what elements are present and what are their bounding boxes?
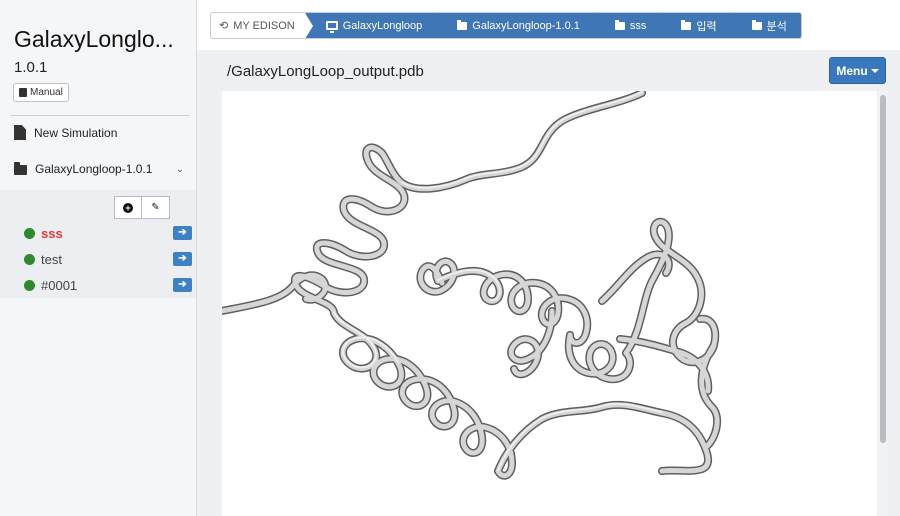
protein-ribbon-image (222, 91, 722, 480)
sidebar: GalaxyLonglo... 1.0.1 Manual New Simulat… (0, 0, 197, 516)
edit-icon: ✎ (151, 202, 160, 213)
breadcrumb-analysis[interactable]: 분석 (730, 13, 801, 38)
plus-circle-icon: + (123, 202, 133, 213)
viewer-scrollbar-thumb[interactable] (880, 95, 886, 443)
protein-backbone (222, 91, 720, 479)
breadcrumb-home[interactable]: ⟲ MY EDISON (211, 13, 313, 38)
simulation-item-sss[interactable]: sss ➔ (24, 224, 192, 242)
app-version: 1.0.1 (14, 59, 48, 76)
monitor-icon (325, 21, 338, 33)
menu-label: Menu (836, 63, 868, 78)
breadcrumb-label: GalaxyLongloop (342, 19, 423, 32)
history-icon: ⟲ (219, 20, 229, 32)
new-simulation-button[interactable]: New Simulation (14, 125, 117, 140)
folder-icon (614, 19, 625, 30)
simulation-label: test (41, 251, 62, 267)
simulation-item-test[interactable]: test ➔ (24, 250, 192, 268)
arrow-right-icon[interactable]: ➔ (173, 278, 192, 292)
edit-simulation-button[interactable]: ✎ (142, 196, 170, 219)
project-label: GalaxyLongloop-1.0.1 (35, 162, 153, 176)
breadcrumb-label: 분석 (766, 20, 787, 33)
simulation-item-0001[interactable]: #0001 ➔ (24, 276, 192, 294)
breadcrumb-label: 입력 (696, 20, 717, 33)
folder-icon (681, 19, 692, 30)
simulation-label: #0001 (41, 277, 78, 293)
folder-icon (751, 19, 762, 30)
document-icon (14, 125, 26, 140)
structure-viewer[interactable] (222, 91, 877, 516)
breadcrumb-label: GalaxyLongloop-1.0.1 (472, 19, 580, 32)
breadcrumb: ⟲ MY EDISON GalaxyLongloop GalaxyLongloo… (210, 12, 802, 39)
folder-icon (14, 162, 27, 175)
breadcrumb-project[interactable]: GalaxyLongloop-1.0.1 (436, 13, 602, 38)
caret-down-icon (870, 68, 879, 73)
status-dot (24, 253, 35, 265)
chevron-down-icon[interactable]: ⌄ (176, 164, 184, 175)
sidebar-divider (10, 115, 190, 116)
breadcrumb-simulation[interactable]: sss (593, 13, 668, 38)
manual-label: Manual (30, 87, 63, 98)
status-dot (24, 279, 35, 291)
manual-button[interactable]: Manual (13, 83, 69, 102)
breadcrumb-home-label: MY EDISON (233, 19, 295, 32)
breadcrumb-app[interactable]: GalaxyLongloop (304, 13, 444, 38)
book-icon (19, 88, 27, 97)
new-simulation-label: New Simulation (34, 125, 118, 140)
app-title: GalaxyLonglo... (14, 26, 174, 52)
breadcrumb-label: sss (629, 19, 647, 32)
breadcrumb-input[interactable]: 입력 (660, 13, 739, 38)
status-dot (24, 227, 35, 239)
simulation-label: sss (41, 225, 63, 241)
arrow-right-icon[interactable]: ➔ (173, 252, 192, 266)
arrow-right-icon[interactable]: ➔ (173, 226, 192, 240)
folder-icon (457, 19, 468, 30)
simulation-toolbar: + ✎ (114, 196, 170, 219)
add-simulation-button[interactable]: + (114, 196, 142, 219)
file-title: /GalaxyLongLoop_output.pdb (227, 63, 424, 80)
menu-button[interactable]: Menu (829, 57, 886, 84)
project-folder[interactable]: GalaxyLongloop-1.0.1 ⌄ (14, 162, 184, 176)
